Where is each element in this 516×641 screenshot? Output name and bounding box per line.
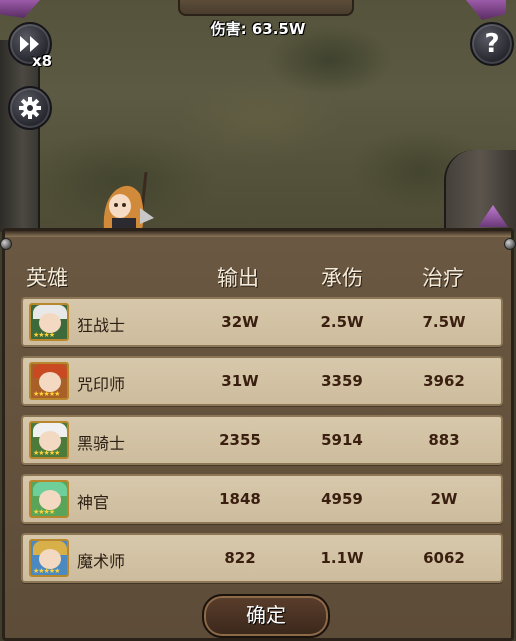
- damage-taken-value: 2.5W: [320, 313, 364, 331]
- hero-portrait: ★★★★★: [29, 362, 69, 400]
- header-output: 输出: [217, 266, 259, 290]
- healing-value: 883: [428, 431, 460, 449]
- hero-name: 咒印师: [77, 375, 126, 394]
- table-row: ★★★★★ 咒印师 31W 3359 3962: [21, 356, 503, 406]
- hero-portrait: ★★★★: [29, 303, 69, 341]
- table-row: ★★★★ 狂战士 32W 2.5W 7.5W: [21, 297, 503, 347]
- hero-portrait: ★★★★★: [29, 539, 69, 577]
- portrait-face: [39, 372, 61, 392]
- damage-taken-value: 1.1W: [320, 549, 364, 567]
- header-healing: 治疗: [422, 266, 464, 290]
- damage-output-value: 1848: [219, 490, 261, 508]
- hero-name: 狂战士: [77, 316, 126, 335]
- damage-output-value: 32W: [221, 313, 259, 331]
- portrait-face: [39, 313, 61, 333]
- table-row: ★★★★★ 黑骑士 2355 5914 883: [21, 415, 503, 465]
- damage-output-value: 822: [224, 549, 256, 567]
- crystal-decoration: [0, 0, 40, 18]
- damage-taken-value: 5914: [321, 431, 363, 449]
- damage-output-value: 2355: [219, 431, 261, 449]
- hero-name: 魔术师: [77, 552, 126, 571]
- table-row: ★★★★★ 魔术师 822 1.1W 6062: [21, 533, 503, 583]
- hero-portrait: ★★★★: [29, 480, 69, 518]
- damage-taken-value: 3359: [321, 372, 363, 390]
- portrait-face: [39, 490, 61, 510]
- damage-taken-value: 4959: [321, 490, 363, 508]
- rivet-icon: [504, 238, 516, 250]
- table-row: ★★★★ 神官 1848 4959 2W: [21, 474, 503, 524]
- hero-sprite: [103, 172, 154, 231]
- star-rating: ★★★★★: [33, 449, 60, 457]
- gear-icon: [19, 97, 41, 119]
- healing-value: 7.5W: [422, 313, 466, 331]
- stone-pillar: [444, 150, 516, 232]
- hero-name: 神官: [77, 493, 110, 512]
- star-rating: ★★★★: [33, 331, 55, 339]
- damage-output-value: 31W: [221, 372, 259, 390]
- healing-value: 6062: [423, 549, 465, 567]
- confirm-button[interactable]: 确定: [202, 594, 330, 638]
- hero-name: 黑骑士: [77, 434, 126, 453]
- help-button[interactable]: ?: [470, 22, 514, 66]
- header-damage-taken: 承伤: [321, 266, 363, 290]
- title-plate: [178, 0, 354, 16]
- header-hero: 英雄: [26, 266, 68, 290]
- star-rating: ★★★★★: [33, 567, 60, 575]
- panel-border: [5, 231, 511, 237]
- total-damage-label: 伤害: 63.5W: [210, 20, 306, 38]
- hero-portrait: ★★★★★: [29, 421, 69, 459]
- fast-forward-icon: [20, 36, 39, 52]
- speed-multiplier: x8: [32, 52, 53, 70]
- star-rating: ★★★★★: [33, 390, 60, 398]
- star-rating: ★★★★: [33, 508, 55, 516]
- battlefield: 伤害: 63.5W x8 ?: [0, 0, 516, 232]
- crystal-decoration: [466, 0, 506, 20]
- healing-value: 2W: [430, 490, 458, 508]
- portrait-face: [39, 549, 61, 569]
- portrait-face: [39, 431, 61, 451]
- healing-value: 3962: [423, 372, 465, 390]
- settings-button[interactable]: [8, 86, 52, 130]
- rivet-icon: [0, 238, 12, 250]
